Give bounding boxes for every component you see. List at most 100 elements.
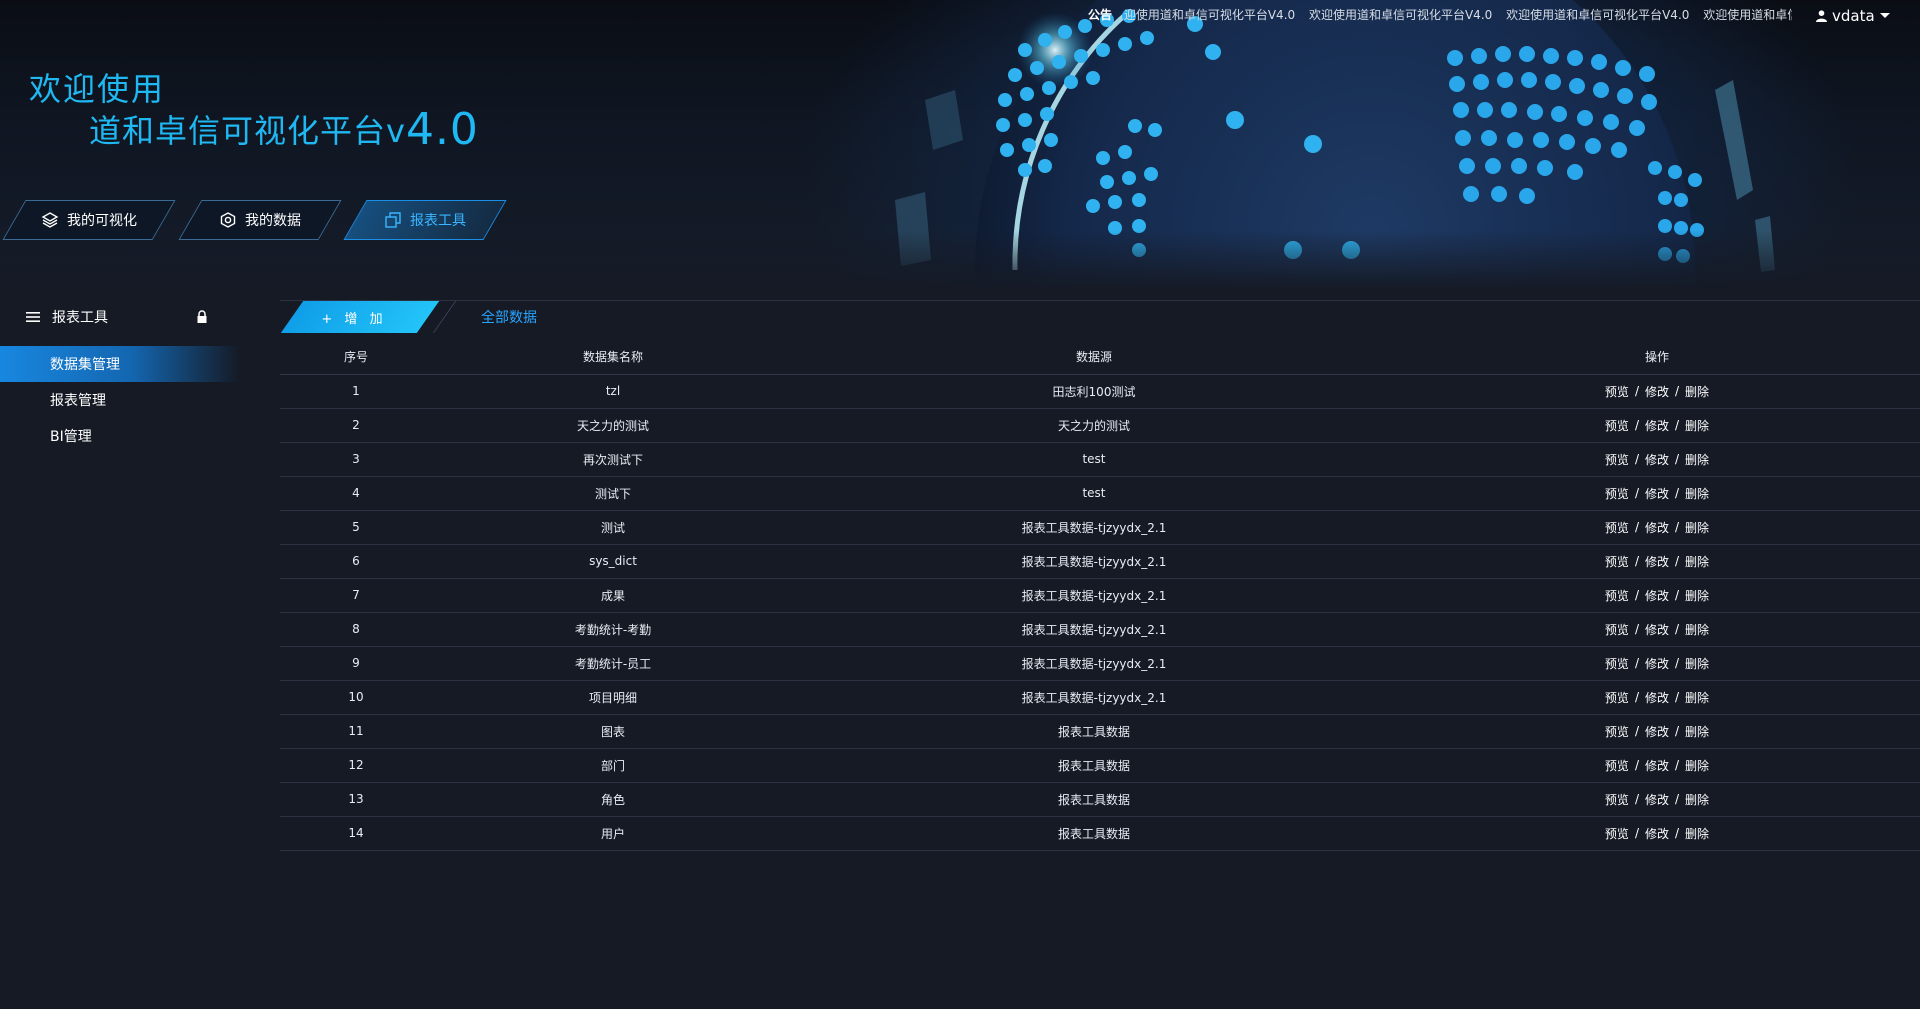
edit-link[interactable]: 修改	[1645, 519, 1669, 536]
row-actions: 预览 / 修改 / 删除	[1605, 655, 1709, 672]
action-separator: /	[1675, 418, 1680, 432]
preview-link[interactable]: 预览	[1605, 655, 1629, 672]
delete-link[interactable]: 删除	[1685, 689, 1709, 706]
user-menu[interactable]: vdata	[1816, 6, 1890, 26]
preview-link[interactable]: 预览	[1605, 723, 1629, 740]
preview-link[interactable]: 预览	[1605, 485, 1629, 502]
sidebar-item-bi-management[interactable]: BI管理	[0, 418, 240, 454]
action-separator: /	[1675, 826, 1680, 840]
cell-index: 3	[280, 442, 432, 477]
preview-link[interactable]: 预览	[1605, 587, 1629, 604]
delete-link[interactable]: 删除	[1685, 621, 1709, 638]
table-row: 11 图表 报表工具数据 预览 / 修改 / 删除	[280, 714, 1920, 749]
edit-link[interactable]: 修改	[1645, 655, 1669, 672]
delete-link[interactable]: 删除	[1685, 553, 1709, 570]
preview-link[interactable]: 预览	[1605, 383, 1629, 400]
cell-index: 7	[280, 578, 432, 613]
tab-report-tool[interactable]: 报表工具	[343, 200, 507, 240]
action-separator: /	[1675, 520, 1680, 534]
edit-link[interactable]: 修改	[1645, 825, 1669, 842]
row-actions: 预览 / 修改 / 删除	[1605, 621, 1709, 638]
chevron-down-icon	[1879, 13, 1890, 18]
cell-actions: 预览 / 修改 / 删除	[1394, 646, 1920, 681]
add-button[interactable]: + 增 加	[280, 301, 440, 333]
row-actions: 预览 / 修改 / 删除	[1605, 417, 1709, 434]
tab-all-data[interactable]: 全部数据	[432, 301, 574, 333]
action-separator: /	[1634, 384, 1639, 398]
cell-actions: 预览 / 修改 / 删除	[1394, 612, 1920, 647]
menu-icon	[26, 312, 40, 322]
table-header-row: 序号 数据集名称 数据源 操作	[280, 340, 1920, 375]
cell-index: 8	[280, 612, 432, 647]
edit-link[interactable]: 修改	[1645, 757, 1669, 774]
delete-link[interactable]: 删除	[1685, 723, 1709, 740]
edit-link[interactable]: 修改	[1645, 553, 1669, 570]
table-body: 1 tzl 田志利100测试 预览 / 修改 / 删除 2 天之力的测试 天之力的测试 预览 / 修改 / 删…	[280, 374, 1920, 851]
column-header-index: 序号	[280, 340, 432, 375]
delete-link[interactable]: 删除	[1685, 519, 1709, 536]
preview-link[interactable]: 预览	[1605, 519, 1629, 536]
sidebar-item-report-management[interactable]: 报表管理	[0, 382, 240, 418]
preview-link[interactable]: 预览	[1605, 553, 1629, 570]
notice-message: 迎使用道和卓信可视化平台V4.0	[1123, 8, 1296, 22]
edit-link[interactable]: 修改	[1645, 485, 1669, 502]
delete-link[interactable]: 删除	[1685, 417, 1709, 434]
edit-link[interactable]: 修改	[1645, 689, 1669, 706]
cell-index: 5	[280, 510, 432, 545]
row-actions: 预览 / 修改 / 删除	[1605, 723, 1709, 740]
cell-dataset-name: 图表	[432, 714, 794, 749]
cell-dataset-name: 考勤统计-考勤	[432, 612, 794, 647]
delete-link[interactable]: 删除	[1685, 383, 1709, 400]
cell-actions: 预览 / 修改 / 删除	[1394, 816, 1920, 851]
cell-data-source: 报表工具数据-tjzyydx_2.1	[794, 612, 1394, 647]
cell-data-source: 报表工具数据-tjzyydx_2.1	[794, 646, 1394, 681]
action-separator: /	[1634, 520, 1639, 534]
edit-link[interactable]: 修改	[1645, 791, 1669, 808]
platform-version: 4.0	[405, 104, 479, 155]
notice-message: 欢迎使用道和卓信可	[1703, 8, 1792, 22]
delete-link[interactable]: 删除	[1685, 791, 1709, 808]
delete-link[interactable]: 删除	[1685, 757, 1709, 774]
cell-dataset-name: tzl	[432, 374, 794, 409]
delete-link[interactable]: 删除	[1685, 451, 1709, 468]
preview-link[interactable]: 预览	[1605, 451, 1629, 468]
platform-name: 道和卓信可视化平台v	[89, 112, 406, 150]
preview-link[interactable]: 预览	[1605, 757, 1629, 774]
layers-icon	[41, 212, 59, 228]
preview-link[interactable]: 预览	[1605, 621, 1629, 638]
preview-link[interactable]: 预览	[1605, 791, 1629, 808]
tab-my-data[interactable]: 我的数据	[178, 200, 342, 240]
cell-data-source: 报表工具数据	[794, 782, 1394, 817]
sidebar-item-label: BI管理	[50, 429, 92, 445]
action-separator: /	[1634, 418, 1639, 432]
edit-link[interactable]: 修改	[1645, 587, 1669, 604]
sidebar-item-dataset-management[interactable]: 数据集管理	[0, 346, 240, 382]
delete-link[interactable]: 删除	[1685, 485, 1709, 502]
edit-link[interactable]: 修改	[1645, 621, 1669, 638]
delete-link[interactable]: 删除	[1685, 655, 1709, 672]
cell-actions: 预览 / 修改 / 删除	[1394, 680, 1920, 715]
cell-index: 11	[280, 714, 432, 749]
row-actions: 预览 / 修改 / 删除	[1605, 383, 1709, 400]
cell-index: 12	[280, 748, 432, 783]
edit-link[interactable]: 修改	[1645, 417, 1669, 434]
cell-dataset-name: 成果	[432, 578, 794, 613]
edit-link[interactable]: 修改	[1645, 723, 1669, 740]
user-name: vdata	[1832, 7, 1875, 25]
action-separator: /	[1675, 724, 1680, 738]
cell-dataset-name: 测试	[432, 510, 794, 545]
delete-link[interactable]: 删除	[1685, 587, 1709, 604]
lock-icon[interactable]	[196, 310, 208, 324]
tab-label: 报表工具	[410, 213, 466, 229]
preview-link[interactable]: 预览	[1605, 825, 1629, 842]
preview-link[interactable]: 预览	[1605, 689, 1629, 706]
edit-link[interactable]: 修改	[1645, 451, 1669, 468]
delete-link[interactable]: 删除	[1685, 825, 1709, 842]
preview-link[interactable]: 预览	[1605, 417, 1629, 434]
edit-link[interactable]: 修改	[1645, 383, 1669, 400]
cell-data-source: 报表工具数据-tjzyydx_2.1	[794, 578, 1394, 613]
tab-my-visualization[interactable]: 我的可视化	[2, 200, 176, 240]
tab-divider	[432, 301, 457, 333]
cell-dataset-name: 项目明细	[432, 680, 794, 715]
cell-index: 6	[280, 544, 432, 579]
